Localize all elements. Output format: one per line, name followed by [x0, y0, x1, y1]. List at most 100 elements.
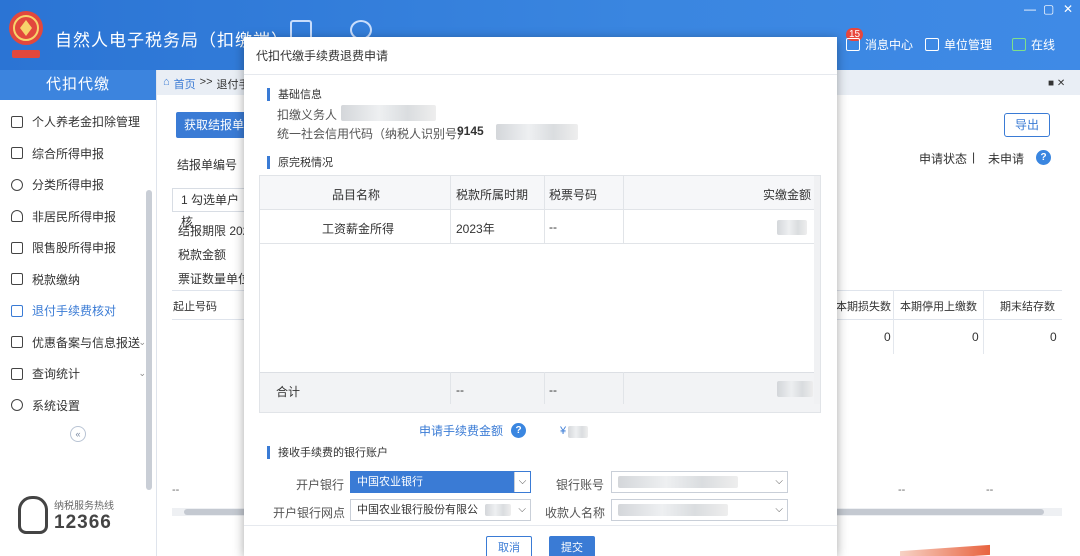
- branch-select[interactable]: 中国农业银行股份有限公 ⌵: [350, 499, 531, 521]
- withholder-label: 扣缴义务人: [277, 108, 338, 122]
- chevron-down-icon: ⌵: [775, 476, 783, 487]
- help-icon[interactable]: ?: [511, 423, 527, 438]
- checklist-icon: [11, 304, 23, 317]
- mail-icon: [846, 38, 860, 51]
- column-divider: [544, 176, 545, 244]
- folder-icon: [11, 273, 23, 286]
- online-status-icon: [1012, 38, 1026, 51]
- cancel-button[interactable]: 取消: [486, 536, 532, 556]
- payee-select[interactable]: ⌵: [611, 499, 788, 521]
- column-divider: [544, 372, 545, 404]
- credit-code-value: 9145: [457, 124, 484, 138]
- close-window-button[interactable]: ✕: [1063, 2, 1073, 16]
- column-header: 税票号码: [549, 188, 598, 202]
- redacted-withholder-name: [341, 105, 436, 121]
- sidebar-item-nonresident[interactable]: 非居民所得申报: [0, 201, 156, 233]
- help-icon[interactable]: ?: [1036, 150, 1051, 165]
- copy-icon: [11, 336, 23, 349]
- section-bank-account: 接收手续费的银行账户: [267, 444, 388, 460]
- redacted-payee: [618, 504, 728, 516]
- branch-label: 开户银行网点: [273, 506, 346, 520]
- payee-label: 收款人名称: [545, 506, 606, 520]
- sidebar-item-label: 分类所得申报: [32, 178, 105, 193]
- bank-select[interactable]: 中国农业银行 ⌵: [350, 471, 531, 493]
- sidebar-item-settings[interactable]: 系统设置: [0, 390, 156, 422]
- section-basic-info: 基础信息: [267, 86, 322, 102]
- sidebar-item-classified[interactable]: 分类所得申报: [0, 169, 156, 201]
- online-status-label: 在线: [1031, 38, 1056, 52]
- gear-icon: [11, 399, 23, 412]
- selection-mode-select[interactable]: 1 勾选单户核: [172, 188, 248, 229]
- dialog-title: 代扣代缴手续费退费申请: [244, 37, 837, 75]
- collapse-sidebar-button[interactable]: «: [70, 426, 86, 442]
- export-button[interactable]: 导出: [1004, 113, 1050, 137]
- status-value: 未申请: [988, 152, 1025, 166]
- redacted-amount: [777, 220, 807, 235]
- sidebar-item-comprehensive[interactable]: 综合所得申报: [0, 138, 156, 170]
- sidebar-item-preferential[interactable]: 优惠备案与信息报送 ⌄: [0, 327, 156, 359]
- chevron-down-icon: ⌵: [775, 504, 783, 515]
- report-no-label: 结报单编号: [177, 158, 238, 172]
- maximize-button[interactable]: ▢: [1043, 2, 1054, 16]
- breadcrumb-home[interactable]: 首页: [174, 76, 196, 92]
- dialog-footer: [244, 525, 837, 556]
- table-cell: --: [456, 383, 464, 397]
- redacted-credit-code: [496, 124, 578, 140]
- sidebar-item-label: 查询统计: [32, 367, 81, 382]
- bank-label: 开户银行: [296, 478, 345, 492]
- fee-currency: ¥: [560, 425, 567, 437]
- sidebar-item-pension[interactable]: 个人养老金扣除管理: [0, 106, 156, 138]
- column-divider: [450, 176, 451, 244]
- table-scrollbar[interactable]: [814, 176, 820, 404]
- submit-button[interactable]: 提交: [549, 536, 595, 556]
- pie-icon: [11, 178, 23, 191]
- fetch-report-button[interactable]: 获取结报单: [176, 112, 246, 138]
- tax-amount-label: 税款金额: [178, 248, 227, 262]
- hotline-number: 12366: [54, 511, 112, 533]
- hotline: 纳税服务热线 12366: [18, 496, 114, 534]
- sidebar-item-label: 系统设置: [32, 398, 81, 413]
- column-divider: [983, 290, 984, 354]
- column-header: 实缴金额: [763, 188, 812, 202]
- fee-amount-label: 申请手续费金额: [419, 424, 504, 438]
- unit-management-link[interactable]: 单位管理: [925, 36, 992, 53]
- chevron-down-icon: ⌄: [138, 368, 146, 379]
- chevron-down-icon: ⌵: [514, 472, 530, 492]
- unit-management-label: 单位管理: [944, 38, 993, 52]
- status-label: 申请状态: [919, 152, 968, 166]
- account-label: 银行账号: [556, 478, 605, 492]
- online-status[interactable]: 在线: [1012, 36, 1055, 53]
- sidebar-scrollbar[interactable]: [146, 190, 152, 490]
- table-cell: 0: [972, 330, 979, 344]
- column-header: 税款所属时期: [456, 188, 529, 202]
- redacted-fee-amount: [568, 426, 588, 438]
- hotline-label: 纳税服务热线: [54, 500, 114, 512]
- table-cell: --: [898, 484, 906, 496]
- column-header: 本期停用上缴数: [900, 301, 977, 313]
- section-title: 接收手续费的银行账户: [278, 447, 388, 459]
- user-icon: [11, 210, 23, 223]
- table-cell: 0: [1050, 330, 1057, 344]
- sidebar-item-tax-payment[interactable]: 税款缴纳: [0, 264, 156, 296]
- home-icon[interactable]: ⌂: [163, 76, 170, 92]
- chevron-down-icon: ⌄: [138, 336, 146, 347]
- column-divider: [450, 372, 451, 404]
- table-cell: --: [549, 383, 557, 397]
- redacted-branch: [485, 504, 511, 516]
- minimize-button[interactable]: —: [1024, 2, 1036, 16]
- table-cell: --: [986, 484, 994, 496]
- table-cell: 2023年: [456, 222, 495, 236]
- close-tab-icon[interactable]: ■ ✕: [1048, 78, 1065, 89]
- document-icon: [11, 115, 23, 128]
- sidebar-item-label: 个人养老金扣除管理: [32, 115, 141, 130]
- account-select[interactable]: ⌵: [611, 471, 788, 493]
- sidebar-item-query[interactable]: 查询统计 ⌄: [0, 358, 156, 390]
- sidebar-item-restricted-stock[interactable]: 限售股所得申报: [0, 232, 156, 264]
- column-header: 期末结存数: [1000, 301, 1055, 313]
- ticket-unit-label: 票证数量单位: [178, 272, 251, 286]
- sidebar-item-refund-check[interactable]: 退付手续费核对: [0, 295, 156, 327]
- message-center-link[interactable]: 消息中心: [846, 36, 913, 53]
- search-list-icon: [11, 367, 23, 380]
- sidebar-item-label: 退付手续费核对: [32, 304, 117, 319]
- bank-select-value: 中国农业银行: [357, 476, 423, 488]
